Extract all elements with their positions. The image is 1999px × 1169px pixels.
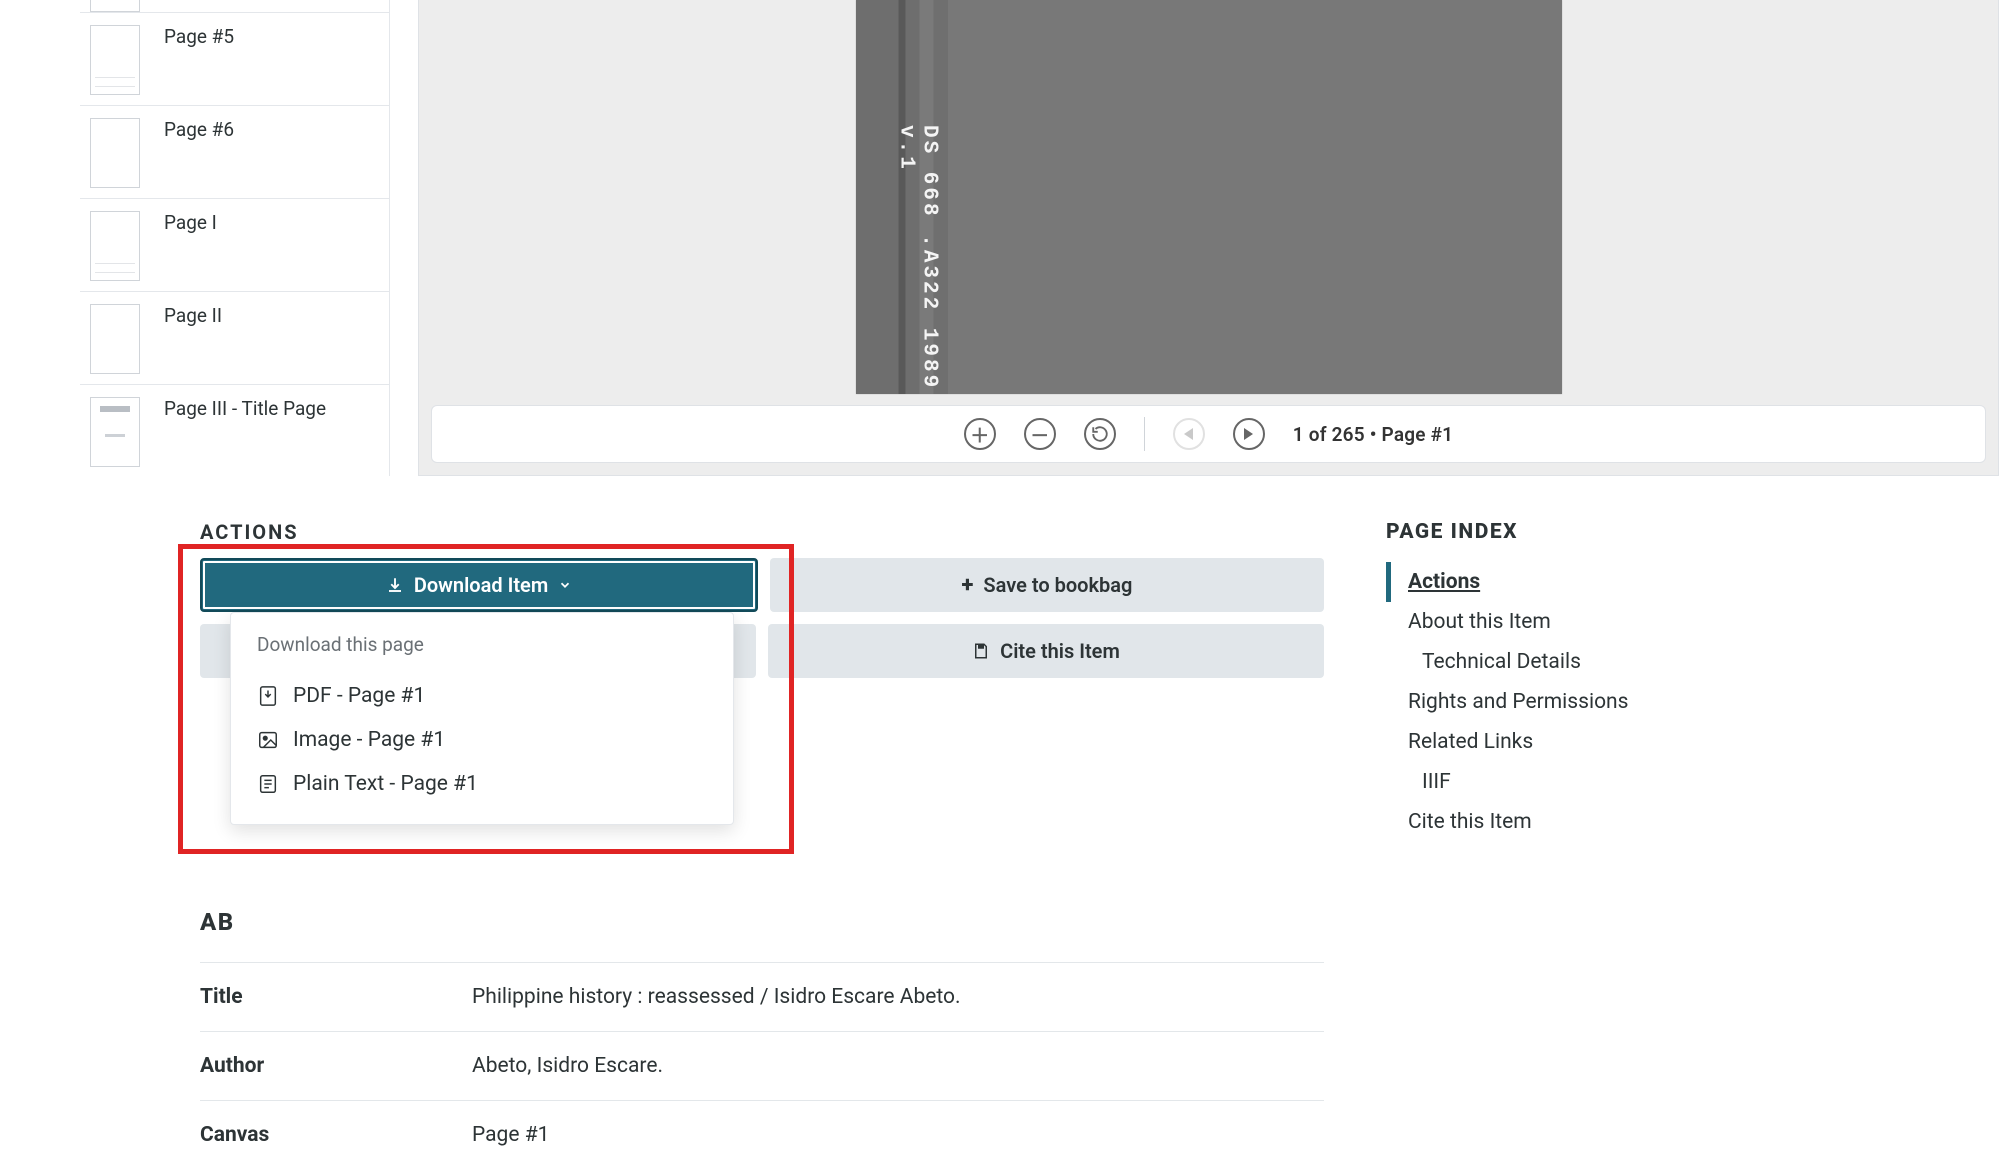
- zoom-in-button[interactable]: ＋: [964, 418, 996, 450]
- download-icon: [386, 576, 404, 594]
- thumbnail-label: Page I: [164, 211, 217, 234]
- save-icon: [972, 642, 990, 660]
- page-index-technical-details[interactable]: Technical Details: [1386, 642, 1706, 682]
- thumbnail-row[interactable]: Page #6: [80, 105, 389, 198]
- thumbnail-row[interactable]: Page III - Title Page: [80, 384, 389, 476]
- thumbnail-row[interactable]: [80, 0, 389, 12]
- viewer-toolbar: ＋ － 1 of 265 • Page #1: [431, 405, 1986, 463]
- thumbnail-row[interactable]: Page II: [80, 291, 389, 384]
- page-status-text: 1 of 265 • Page #1: [1293, 423, 1453, 446]
- page-index-related[interactable]: Related Links: [1386, 722, 1706, 762]
- thumbnail-label: Page III - Title Page: [164, 397, 326, 420]
- image-viewer: DS 668 .A322 1989 v.1 ＋ － 1 of 265 • Pag…: [418, 0, 1999, 476]
- metadata-heading: AB: [200, 908, 1324, 936]
- thumbnail-label: Page II: [164, 304, 222, 327]
- image-icon: [257, 729, 279, 751]
- page-index-nav: PAGE INDEX Actions About this Item Techn…: [1386, 520, 1706, 842]
- page-index-iiif[interactable]: IIIF: [1386, 762, 1706, 802]
- next-page-button[interactable]: [1233, 418, 1265, 450]
- meta-label: Canvas: [200, 1123, 472, 1147]
- download-item-button[interactable]: Download Item: [200, 558, 758, 612]
- prev-page-button: [1173, 418, 1205, 450]
- pdf-icon: [257, 685, 279, 707]
- metadata-section: AB Title Philippine history : reassessed…: [200, 908, 1324, 1169]
- page-index-about[interactable]: About this Item: [1386, 602, 1706, 642]
- download-image-option[interactable]: Image - Page #1: [257, 718, 707, 762]
- thumbnail-label: Page #5: [164, 25, 234, 48]
- chevron-down-icon: [558, 578, 572, 592]
- meta-value: Abeto, Isidro Escare.: [472, 1054, 663, 1078]
- page-index-rights[interactable]: Rights and Permissions: [1386, 682, 1706, 722]
- cite-this-item-button[interactable]: Cite this Item: [768, 624, 1324, 678]
- page-index-actions[interactable]: Actions: [1386, 562, 1706, 602]
- save-to-bookbag-label: Save to bookbag: [983, 573, 1132, 597]
- page-index-cite[interactable]: Cite this Item: [1386, 802, 1706, 842]
- dropdown-header: Download this page: [257, 633, 707, 656]
- book-cover-image[interactable]: DS 668 .A322 1989 v.1: [856, 0, 1562, 394]
- toolbar-divider: [1144, 417, 1145, 451]
- zoom-out-button[interactable]: －: [1024, 418, 1056, 450]
- meta-value: Philippine history : reassessed / Isidro…: [472, 985, 961, 1009]
- meta-value: Page #1: [472, 1123, 549, 1147]
- save-to-bookbag-button[interactable]: + Save to bookbag: [770, 558, 1324, 612]
- meta-label: Title: [200, 985, 472, 1009]
- download-text-option[interactable]: Plain Text - Page #1: [257, 762, 707, 806]
- rotate-button[interactable]: [1084, 418, 1116, 450]
- plus-icon: +: [962, 573, 974, 598]
- book-spine-text: DS 668 .A322 1989 v.1: [895, 125, 941, 394]
- thumbnail-label: Page #6: [164, 118, 234, 141]
- text-file-icon: [257, 773, 279, 795]
- download-item-label: Download Item: [414, 573, 548, 597]
- cite-this-item-label: Cite this Item: [1000, 639, 1120, 663]
- download-dropdown: Download this page PDF - Page #1 Image -…: [230, 612, 734, 825]
- meta-row-canvas: Canvas Page #1: [200, 1100, 1324, 1169]
- download-pdf-option[interactable]: PDF - Page #1: [257, 674, 707, 718]
- page-index-heading: PAGE INDEX: [1386, 520, 1706, 544]
- page-thumbnail-list: Page #5 Page #6 Page I Page II Page III …: [80, 0, 390, 476]
- thumbnail-row[interactable]: Page #5: [80, 12, 389, 105]
- meta-row-title: Title Philippine history : reassessed / …: [200, 962, 1324, 1031]
- meta-row-author: Author Abeto, Isidro Escare.: [200, 1031, 1324, 1100]
- meta-label: Author: [200, 1054, 472, 1078]
- thumbnail-row[interactable]: Page I: [80, 198, 389, 291]
